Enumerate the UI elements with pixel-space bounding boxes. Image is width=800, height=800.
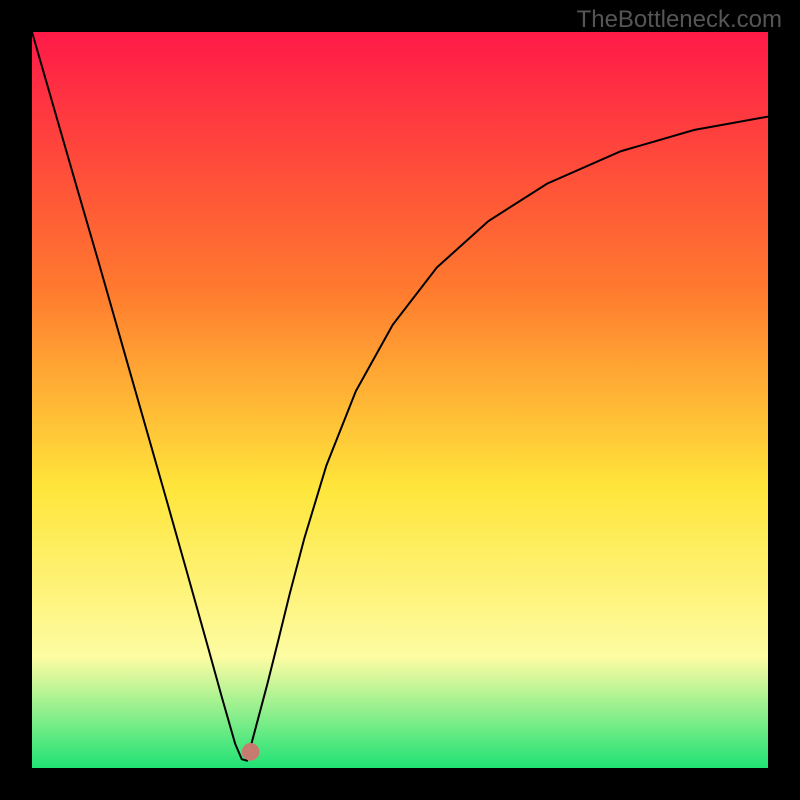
chart-svg	[32, 32, 768, 768]
bottleneck-chart	[32, 32, 768, 768]
optimum-marker	[242, 743, 260, 761]
watermark-text: TheBottleneck.com	[577, 6, 782, 34]
chart-background	[32, 32, 768, 768]
